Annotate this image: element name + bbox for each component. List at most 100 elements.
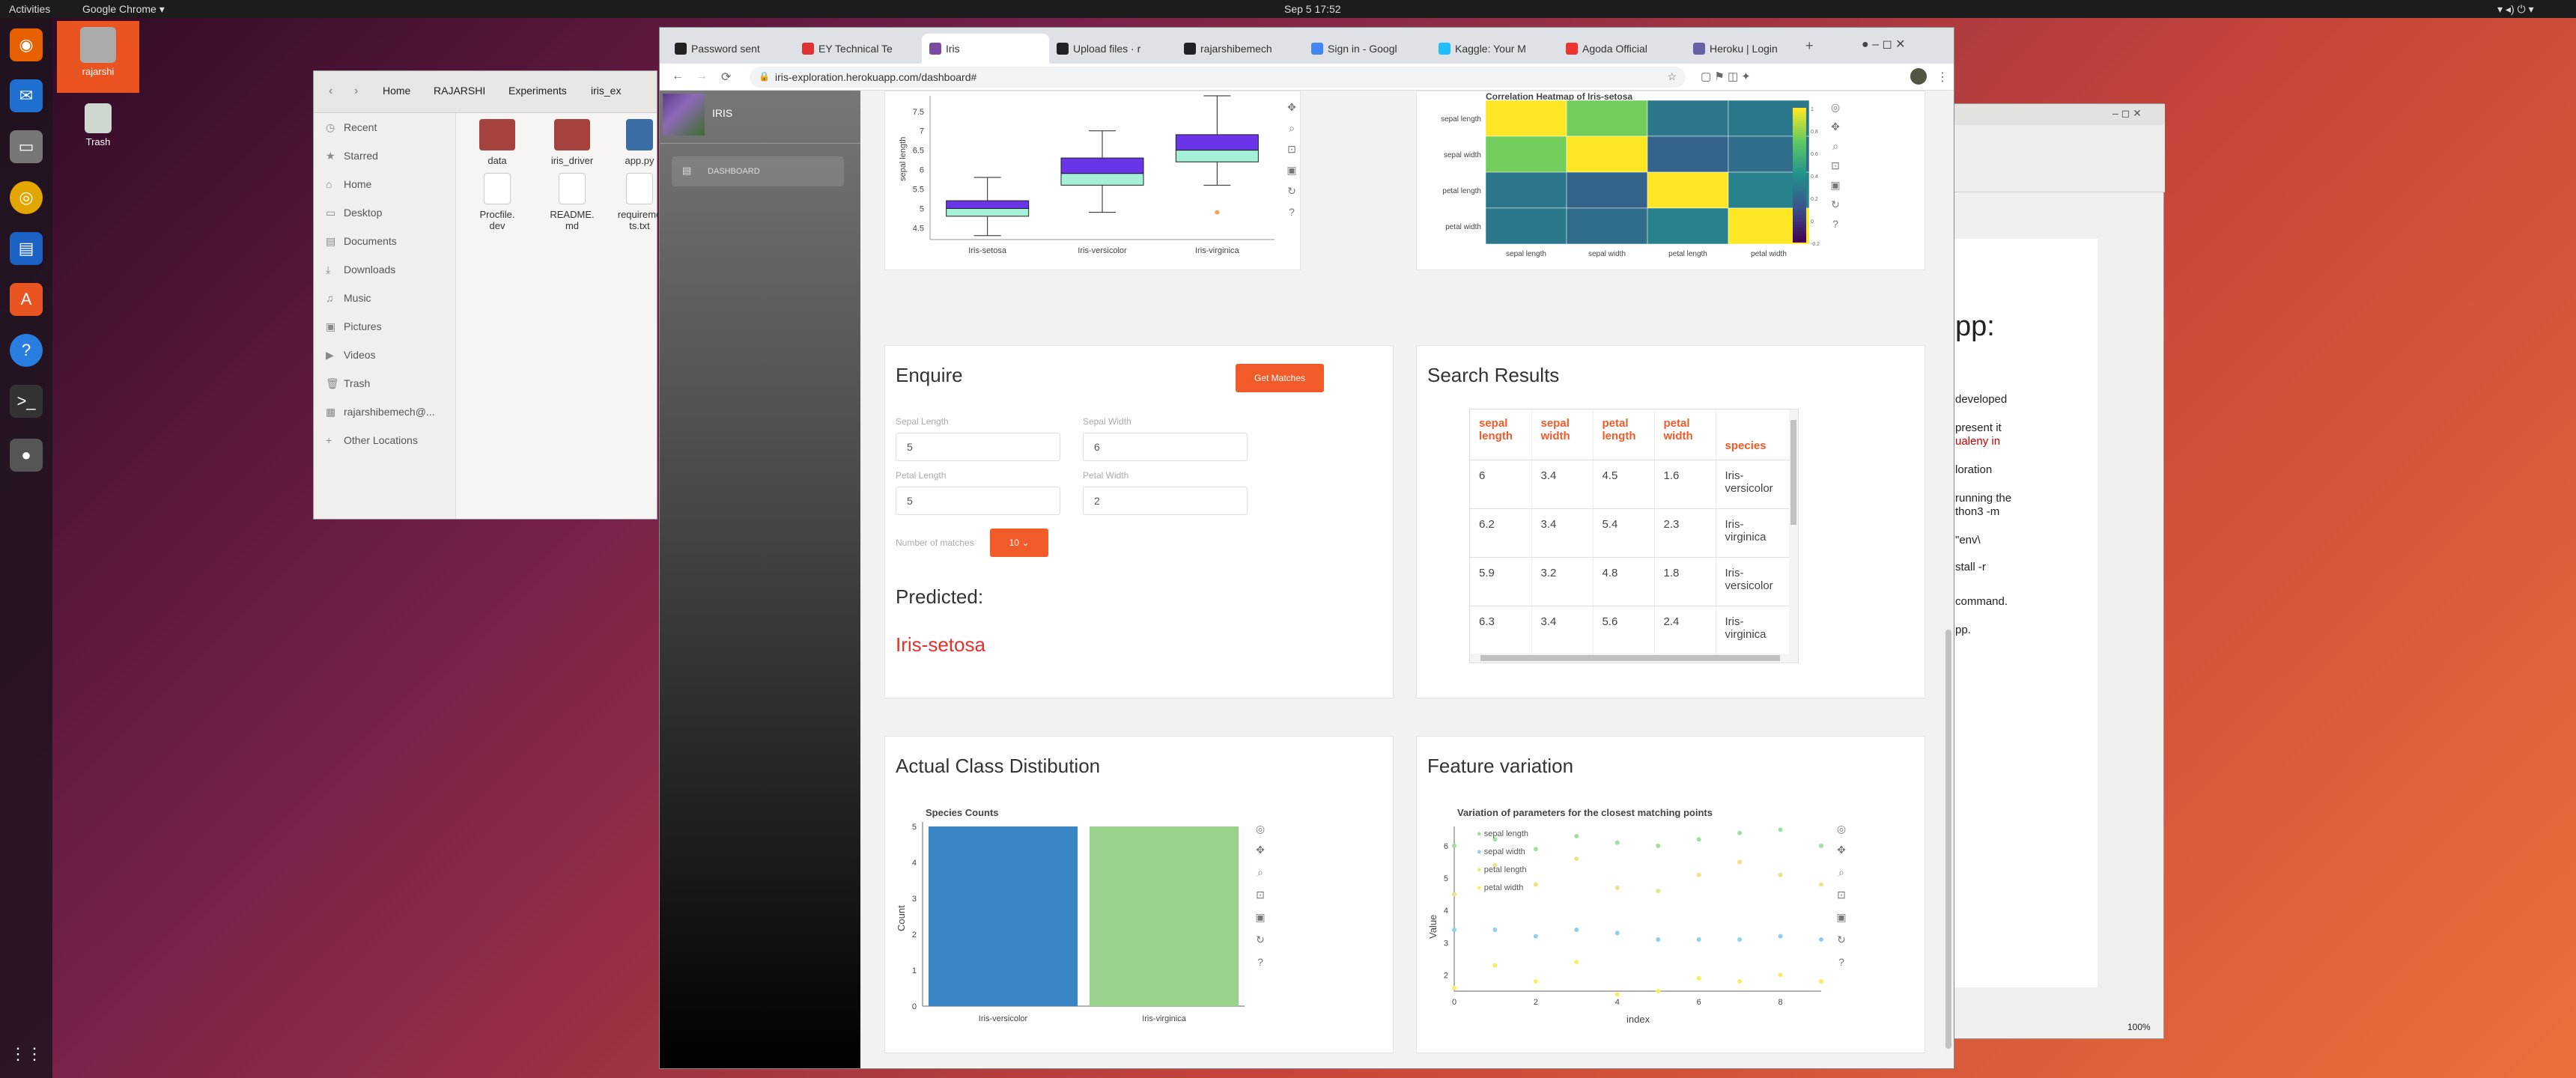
pan-icon[interactable]: ✥ <box>1833 841 1850 858</box>
bookmark-star-icon[interactable]: ☆ <box>1667 70 1677 83</box>
table-vscrollbar[interactable] <box>1789 409 1798 654</box>
table-hscrollbar[interactable] <box>1470 654 1798 663</box>
tab-rajarshi[interactable]: rajarshibemech <box>1176 34 1304 64</box>
sidebar-item-other-locations[interactable]: + Other Locations <box>314 426 455 454</box>
scrollbar-thumb[interactable] <box>1480 655 1780 661</box>
kebab-menu-icon[interactable]: ⋮ <box>1936 70 1948 85</box>
firefox-icon[interactable]: ◉ <box>10 28 43 61</box>
help-icon[interactable]: ? <box>10 334 43 367</box>
petal-length-input[interactable]: 5 <box>896 487 1060 515</box>
get-matches-button[interactable]: Get Matches <box>1236 364 1324 392</box>
sidebar-item-downloads[interactable]: ⤓ Downloads <box>314 255 455 284</box>
sidebar-item-trash[interactable]: 🗑 Trash <box>314 369 455 398</box>
sidebar-item-home[interactable]: ⌂ Home <box>314 170 455 198</box>
forward-icon[interactable]: › <box>354 85 358 98</box>
species-counts-chart[interactable]: 0 1 2 3 4 5 Iris-versicolor Iris-virginica <box>885 737 1394 1054</box>
path-experiments[interactable]: Experiments <box>508 85 567 97</box>
zoom-level[interactable]: 100% <box>2127 1022 2151 1032</box>
back-icon[interactable]: ← <box>672 70 684 83</box>
forward-icon[interactable]: → <box>696 70 708 83</box>
app-menu[interactable]: Google Chrome ▾ <box>82 3 165 16</box>
tab-kaggle[interactable]: Kaggle: Your M <box>1431 34 1558 64</box>
extensions-icon[interactable]: ▢ ⚑ ◫ ✦ <box>1701 70 1751 83</box>
matches-select[interactable]: 10 ⌄ <box>990 529 1048 557</box>
desktop-trash-icon[interactable]: Trash <box>57 97 139 147</box>
desktop-home-icon[interactable]: rajarshi <box>57 21 139 93</box>
writer-icon[interactable]: ▤ <box>10 232 43 265</box>
tab-signin[interactable]: Sign in - Googl <box>1304 34 1431 64</box>
sidebar-item-music[interactable]: ♫ Music <box>314 284 455 312</box>
legend-item[interactable]: ● petal length <box>1477 861 1528 879</box>
file-readme[interactable]: README. md <box>538 173 606 231</box>
help-icon[interactable]: ? <box>1833 954 1850 970</box>
column-header[interactable]: sepal length <box>1470 409 1532 460</box>
sidebar-item-recent[interactable]: ◷ Recent <box>314 113 455 141</box>
sidebar-item-account[interactable]: ▦ rajarshibemech@... <box>314 398 455 426</box>
sidebar-item-dashboard[interactable]: ▤ DASHBOARD <box>672 156 844 186</box>
sepal-width-input[interactable]: 6 <box>1083 433 1248 461</box>
reset-icon[interactable]: ↻ <box>1284 183 1300 199</box>
file-procfile[interactable]: Procfile. dev <box>464 173 531 231</box>
tab-agoda[interactable]: Agoda Official <box>1558 34 1686 64</box>
box-zoom-icon[interactable]: ⊡ <box>1284 141 1300 157</box>
pan-icon[interactable]: ✥ <box>1252 841 1269 858</box>
tab-heroku[interactable]: Heroku | Login <box>1686 34 1813 64</box>
system-tray-icon[interactable]: ▾ ◂) ⏻ ▾ <box>2497 3 2534 16</box>
clock[interactable]: Sep 5 17:52 <box>1284 3 1341 15</box>
path-rajarshi[interactable]: RAJARSHI <box>434 85 485 97</box>
reset-icon[interactable]: ↻ <box>1827 196 1844 213</box>
chrome-icon[interactable]: ● <box>10 439 43 472</box>
back-icon[interactable]: ‹ <box>329 85 332 98</box>
save-icon[interactable]: ▣ <box>1827 177 1844 193</box>
page-scrollbar[interactable] <box>1943 91 1954 1068</box>
zoom-icon[interactable]: ⌕ <box>1827 138 1844 154</box>
column-header[interactable]: petal width <box>1654 409 1716 460</box>
boxplot-chart[interactable]: 7.5 7 6.5 6 5.5 5 4.5 Iris-setosa Iris-versicolo… <box>885 91 1301 271</box>
tab-upload[interactable]: Upload files · r <box>1049 34 1176 64</box>
box-zoom-icon[interactable]: ⊡ <box>1833 886 1850 903</box>
profile-avatar[interactable] <box>1910 68 1927 85</box>
reset-icon[interactable]: ↻ <box>1252 931 1269 948</box>
software-icon[interactable]: A <box>10 283 43 316</box>
sidebar-item-desktop[interactable]: ▭ Desktop <box>314 198 455 227</box>
activities-button[interactable]: Activities <box>9 3 50 15</box>
zoom-icon[interactable]: ⌕ <box>1833 864 1850 880</box>
legend-item[interactable]: ● sepal width <box>1477 843 1528 861</box>
legend-item[interactable]: ● sepal length <box>1477 825 1528 843</box>
rhythmbox-icon[interactable]: ◎ <box>10 181 43 214</box>
tab-ey[interactable]: EY Technical Te <box>795 34 922 64</box>
zoom-icon[interactable]: ⌕ <box>1284 120 1300 136</box>
column-header[interactable]: species <box>1716 409 1791 460</box>
heatmap-chart[interactable]: sepal length sepal width petal length petal… <box>1417 91 1926 271</box>
window-controls-icon[interactable]: ● – ◻ ✕ <box>1862 37 1906 52</box>
reset-icon[interactable]: ↻ <box>1833 931 1850 948</box>
legend-item[interactable]: ● petal width <box>1477 879 1528 897</box>
tab-password[interactable]: Password sent <box>667 34 795 64</box>
sepal-length-input[interactable]: 5 <box>896 433 1060 461</box>
terminal-icon[interactable]: >_ <box>10 385 43 418</box>
files-icon[interactable]: ▭ <box>10 130 43 163</box>
sidebar-item-starred[interactable]: ★ Starred <box>314 141 455 170</box>
help-icon[interactable]: ? <box>1284 204 1300 220</box>
new-tab-icon[interactable]: + <box>1805 38 1814 54</box>
save-icon[interactable]: ▣ <box>1833 909 1850 925</box>
column-header[interactable]: petal length <box>1593 409 1655 460</box>
pan-icon[interactable]: ✥ <box>1284 99 1300 115</box>
box-zoom-icon[interactable]: ⊡ <box>1252 886 1269 903</box>
sidebar-item-pictures[interactable]: ▣ Pictures <box>314 312 455 341</box>
help-icon[interactable]: ? <box>1252 954 1269 970</box>
window-controls-icon[interactable]: – ◻ ✕ <box>2112 107 2142 120</box>
path-home[interactable]: Home <box>383 85 410 97</box>
box-zoom-icon[interactable]: ⊡ <box>1827 157 1844 174</box>
thunderbird-icon[interactable]: ✉ <box>10 79 43 112</box>
scrollbar-thumb[interactable] <box>1945 630 1951 1049</box>
results-table-container[interactable]: sepal length sepal width petal length pe… <box>1469 409 1799 663</box>
help-icon[interactable]: ? <box>1827 216 1844 232</box>
writer-page[interactable]: pp: developed present it ualeny in lorat… <box>1940 239 2097 987</box>
path-iris[interactable]: iris_ex <box>591 85 621 97</box>
sidebar-item-documents[interactable]: ▤ Documents <box>314 227 455 255</box>
save-icon[interactable]: ▣ <box>1284 162 1300 178</box>
scrollbar-thumb[interactable] <box>1790 420 1796 525</box>
zoom-icon[interactable]: ⌕ <box>1252 864 1269 880</box>
file-iris-driver[interactable]: iris_driver <box>538 119 606 166</box>
